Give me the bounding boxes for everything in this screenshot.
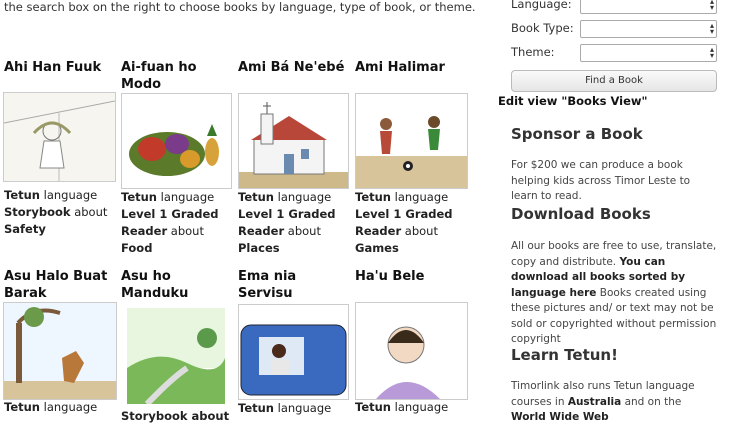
- book-title[interactable]: Ha'u Bele: [355, 268, 467, 285]
- book-cover[interactable]: [238, 93, 349, 189]
- book-card[interactable]: Ami Halimar Tetun language Level 1 Grade…: [355, 59, 468, 255]
- download-text-part: All our books are free to use, translate…: [511, 240, 717, 268]
- booktype-link[interactable]: Storybook about: [121, 409, 229, 423]
- booktype-link[interactable]: Storybook: [4, 205, 71, 219]
- book-title[interactable]: Ema nia Servisu: [238, 268, 350, 302]
- book-title[interactable]: Asu Halo Buat Barak: [4, 268, 116, 302]
- theme-link[interactable]: Food: [121, 241, 152, 255]
- book-meta: Tetun language Level 1 Graded Reader abo…: [355, 189, 470, 257]
- book-card[interactable]: Asu Halo Buat Barak Tetun language: [3, 268, 117, 414]
- book-title[interactable]: Ami Bá Ne'ebé: [238, 59, 350, 76]
- book-card[interactable]: Ahi Han Fuuk Tetun language Storybook ab…: [3, 59, 116, 236]
- language-link[interactable]: Tetun: [121, 190, 157, 204]
- download-text: All our books are free to use, translate…: [511, 239, 719, 348]
- www-link[interactable]: World Wide Web: [511, 411, 609, 423]
- edit-view-link[interactable]: Edit view "Books View": [498, 94, 648, 108]
- language-link[interactable]: Tetun: [238, 401, 274, 415]
- find-book-button[interactable]: Find a Book: [511, 70, 717, 92]
- book-meta: Storybook about: [121, 408, 236, 425]
- book-cover[interactable]: [127, 308, 225, 404]
- book-cover[interactable]: [3, 92, 116, 182]
- book-meta: Tetun language Level 1 Graded Reader abo…: [238, 189, 353, 257]
- meta-text: language: [43, 400, 98, 414]
- book-cover[interactable]: [121, 93, 232, 189]
- book-title[interactable]: Ai-fuan ho Modo: [121, 59, 233, 93]
- book-meta: Tetun language: [355, 399, 470, 416]
- booktype-select[interactable]: ▴ ▾: [580, 20, 717, 38]
- book-cover[interactable]: [355, 302, 468, 400]
- chevron-down-icon: ▴ ▾: [709, 21, 714, 36]
- book-card[interactable]: Asu ho Manduku Storybook about: [121, 268, 233, 423]
- learn-text-part: and on the: [624, 395, 682, 408]
- meta-text: language: [394, 400, 449, 414]
- sponsor-heading: Sponsor a Book: [511, 125, 643, 143]
- book-meta: Tetun language: [4, 399, 119, 416]
- theme-label: Theme:: [511, 45, 555, 59]
- book-cover[interactable]: [3, 302, 117, 400]
- meta-text: language: [277, 401, 332, 415]
- theme-link[interactable]: Places: [238, 241, 280, 255]
- language-link[interactable]: Tetun: [4, 188, 40, 202]
- book-title[interactable]: Ahi Han Fuuk: [4, 59, 116, 76]
- book-card[interactable]: Ai-fuan ho Modo Tetun language Level 1 G…: [121, 59, 233, 255]
- language-select[interactable]: ▴ ▾: [580, 0, 717, 14]
- booktype-label: Book Type:: [511, 21, 574, 35]
- language-link[interactable]: Tetun: [238, 190, 274, 204]
- book-meta: Tetun language: [238, 400, 353, 417]
- book-cover[interactable]: [238, 304, 349, 400]
- chevron-down-icon: ▴ ▾: [709, 45, 714, 60]
- meta-text: about: [404, 224, 438, 238]
- book-card[interactable]: Ema nia Servisu Tetun language: [238, 268, 350, 415]
- meta-text: language: [394, 190, 449, 204]
- learn-heading: Learn Tetun!: [511, 346, 618, 364]
- language-link[interactable]: Tetun: [355, 190, 391, 204]
- intro-text: the search box on the right to choose bo…: [4, 0, 476, 14]
- theme-link[interactable]: Safety: [4, 222, 46, 236]
- theme-select[interactable]: ▴ ▾: [580, 44, 717, 62]
- learn-text: Timorlink also runs Tetun language cours…: [511, 379, 719, 426]
- meta-text: about: [287, 224, 321, 238]
- chevron-down-icon: ▴ ▾: [709, 0, 714, 12]
- language-link[interactable]: Tetun: [4, 400, 40, 414]
- australia-link[interactable]: Australia: [568, 396, 621, 408]
- book-meta: Tetun language Level 1 Graded Reader abo…: [121, 189, 236, 257]
- meta-text: about: [170, 224, 204, 238]
- book-cover[interactable]: [355, 93, 468, 189]
- theme-link[interactable]: Games: [355, 241, 399, 255]
- language-label: Language:: [511, 0, 572, 11]
- sponsor-text: For $200 we can produce a book helping k…: [511, 159, 691, 202]
- book-title[interactable]: Asu ho Manduku: [121, 268, 233, 302]
- book-meta: Tetun language Storybook about Safety: [4, 187, 119, 238]
- meta-text: about: [74, 205, 108, 219]
- book-card[interactable]: Ha'u Bele Tetun language: [355, 268, 468, 414]
- book-title[interactable]: Ami Halimar: [355, 59, 467, 76]
- meta-text: language: [160, 190, 215, 204]
- book-card[interactable]: Ami Bá Ne'ebé Tetun language Level 1 Gra…: [238, 59, 350, 255]
- meta-text: language: [43, 188, 98, 202]
- meta-text: language: [277, 190, 332, 204]
- download-heading: Download Books: [511, 205, 651, 223]
- language-link[interactable]: Tetun: [355, 400, 391, 414]
